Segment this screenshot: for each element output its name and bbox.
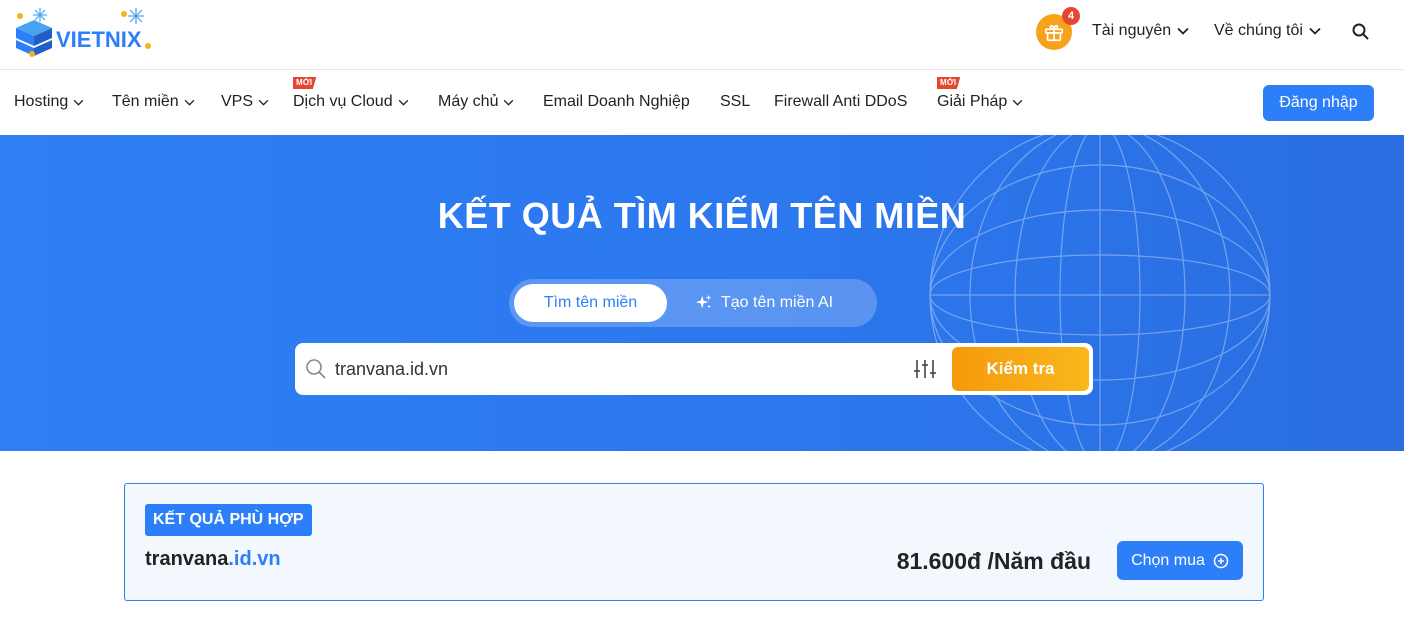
nav-item-label: Tên miền [112,93,179,110]
nav-item-cloud[interactable]: MỚI Dịch vụ Cloud [293,77,409,111]
filter-sliders-icon[interactable] [913,358,937,380]
result-domain: tranvana.id.vn [145,548,281,571]
page-title: KẾT QUẢ TÌM KIẾM TÊN MIỀN [437,195,967,236]
chevron-down-icon [73,99,84,106]
nav-item-label: SSL [720,93,751,110]
domain-search-box: Kiểm tra [295,343,1093,395]
nav-item-domain[interactable]: Tên miền [112,93,195,111]
nav-item-label: Firewall Anti DDoS [774,93,908,110]
tab-domain-search[interactable]: Tìm tên miền [514,284,667,322]
vietnix-logo[interactable]: VIETNIX [12,6,162,60]
result-card: KẾT QUẢ PHÙ HỢP tranvana.id.vn 81.600đ /… [124,483,1264,601]
logo-text: VIETNIX [56,27,142,52]
nav-item-label: Giải Pháp [937,93,1008,110]
gift-icon [1044,24,1064,42]
top-bar: VIETNIX 4 Tài nguyên Về chúng tôi [0,0,1404,70]
login-button[interactable]: Đăng nhập [1263,85,1374,121]
nav-item-label: Máy chủ [438,93,499,110]
plus-circle-icon [1213,553,1229,568]
nav-resources-label: Tài nguyên [1092,22,1172,39]
nav-item-ssl[interactable]: SSL [720,93,750,111]
chevron-down-icon [258,99,269,106]
search-icon [306,359,326,379]
main-nav: Hosting Tên miền VPS MỚI Dịch vụ Cloud M… [0,71,1404,135]
nav-about[interactable]: Về chúng tôi [1214,22,1321,40]
result-price: 81.600đ /Năm đầu [896,548,1091,574]
check-button[interactable]: Kiểm tra [952,347,1089,391]
nav-item-label: Dịch vụ Cloud [293,93,393,110]
nav-item-label: Email Doanh Nghiệp [543,93,690,110]
search-icon[interactable] [1351,22,1371,42]
buy-button-label: Chọn mua [1131,551,1205,569]
chevron-down-icon [1177,27,1189,35]
nav-item-label: Hosting [14,93,69,110]
domain-tld: .id.vn [228,548,281,570]
chevron-down-icon [398,99,408,106]
search-mode-tabs: Tìm tên miền Tạo tên miền AI [509,279,877,327]
nav-item-solutions[interactable]: MỚI Giải Pháp [937,77,1023,111]
nav-item-firewall[interactable]: Firewall Anti DDoS [774,93,907,111]
nav-item-label: VPS [221,93,254,110]
nav-resources[interactable]: Tài nguyên [1092,22,1189,40]
tab-ai-domain[interactable]: Tạo tên miền AI [695,284,833,322]
hero-section: KẾT QUẢ TÌM KIẾM TÊN MIỀN Tìm tên miền T… [0,135,1404,451]
domain-name: tranvana [145,548,229,570]
sparkle-icon [695,294,712,309]
tab-ai-label: Tạo tên miền AI [721,294,834,311]
buy-button[interactable]: Chọn mua [1117,541,1243,580]
result-tag: KẾT QUẢ PHÙ HỢP [145,504,312,536]
domain-search-input[interactable] [335,351,895,387]
new-badge: MỚI [937,77,961,89]
new-badge: MỚI [293,77,317,89]
nav-item-vps[interactable]: VPS [221,93,269,111]
nav-item-hosting[interactable]: Hosting [14,93,84,111]
chevron-down-icon [184,99,195,106]
nav-about-label: Về chúng tôi [1214,22,1303,39]
nav-item-email[interactable]: Email Doanh Nghiệp [543,93,690,111]
chevron-down-icon [1309,27,1321,35]
chevron-down-icon [1012,99,1023,106]
chevron-down-icon [504,99,514,106]
gift-count-badge: 4 [1062,7,1080,25]
nav-item-server[interactable]: Máy chủ [438,93,514,111]
globe-illustration [929,135,1271,451]
